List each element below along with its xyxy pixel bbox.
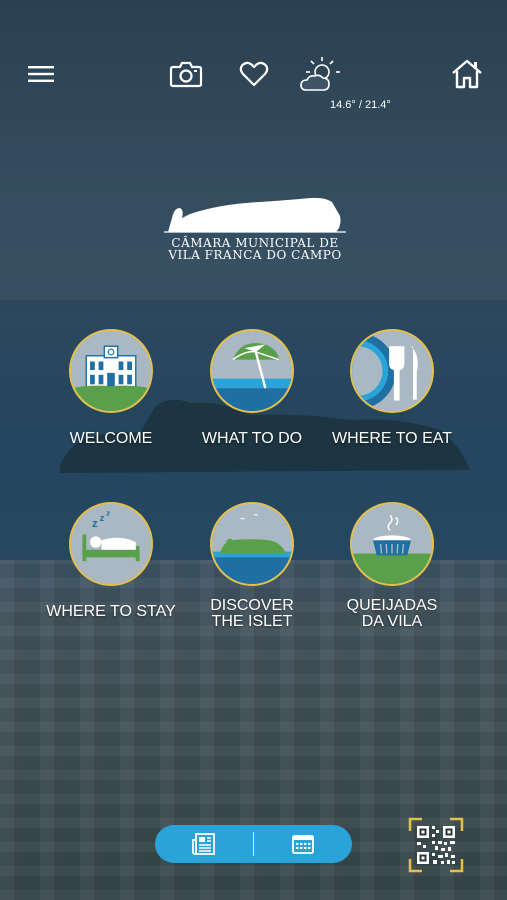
home-icon: [452, 59, 482, 89]
qr-code-icon: [408, 817, 464, 873]
tile-where-to-eat-label: WHERE TO EAT: [331, 430, 452, 447]
tile-welcome-label: WELCOME: [69, 430, 153, 447]
pastry-icon: [350, 502, 434, 586]
weather-icon: [300, 57, 340, 91]
tile-what-to-do[interactable]: WHAT TO DO: [182, 329, 322, 447]
favorites-button[interactable]: [238, 58, 270, 90]
svg-text:z: z: [100, 513, 105, 524]
tile-queijadas-label-line2: DA VILA: [361, 613, 423, 630]
tile-what-to-do-label: WHAT TO DO: [201, 430, 303, 447]
background-overlay: [0, 0, 507, 900]
islet-logo-graphic: [164, 197, 346, 233]
tile-discover-label-line1: DISCOVER: [210, 597, 294, 614]
qr-scan-button[interactable]: [408, 817, 464, 873]
menu-icon: [28, 66, 54, 82]
tile-discover-label-line2: THE ISLET: [211, 613, 293, 630]
tile-discover-the-islet[interactable]: DISCOVER THE ISLET: [182, 502, 322, 630]
logo-text-line2: Vila Franca do Campo: [168, 248, 342, 262]
svg-text:z: z: [92, 518, 98, 530]
newspaper-icon: [191, 833, 215, 855]
camera-button[interactable]: [168, 58, 204, 90]
tile-where-to-stay[interactable]: z z z WHERE TO STAY: [41, 502, 181, 620]
cutlery-icon: [350, 329, 434, 413]
building-icon: [69, 329, 153, 413]
menu-button[interactable]: [24, 60, 58, 88]
news-button[interactable]: [155, 825, 253, 863]
islet-icon: [210, 502, 294, 586]
beach-umbrella-icon: [210, 329, 294, 413]
tile-where-to-stay-label: WHERE TO STAY: [46, 603, 176, 620]
tile-welcome[interactable]: WELCOME: [41, 329, 181, 447]
heart-icon: [239, 61, 269, 87]
tile-discover-the-islet-label: DISCOVER THE ISLET: [182, 598, 322, 630]
camera-icon: [169, 61, 203, 88]
tile-where-to-eat[interactable]: WHERE TO EAT: [322, 329, 462, 447]
bottom-action-pill: [155, 825, 352, 863]
tile-queijadas-label-line1: QUEIJADAS: [346, 597, 438, 614]
home-button[interactable]: [449, 56, 485, 92]
bed-icon: z z z: [69, 502, 153, 586]
municipality-logo: Câmara Municipal de Vila Franca do Campo: [160, 196, 350, 266]
tile-queijadas-da-vila[interactable]: QUEIJADAS DA VILA: [322, 502, 462, 630]
calendar-icon: [292, 835, 315, 854]
tile-queijadas-label: QUEIJADAS DA VILA: [322, 598, 462, 630]
top-bar: 14.6° / 21.4°: [0, 0, 507, 120]
svg-text:z: z: [106, 508, 110, 517]
weather-temperature: 14.6° / 21.4°: [330, 99, 391, 111]
calendar-button[interactable]: [254, 825, 352, 863]
weather-button[interactable]: [298, 52, 344, 96]
